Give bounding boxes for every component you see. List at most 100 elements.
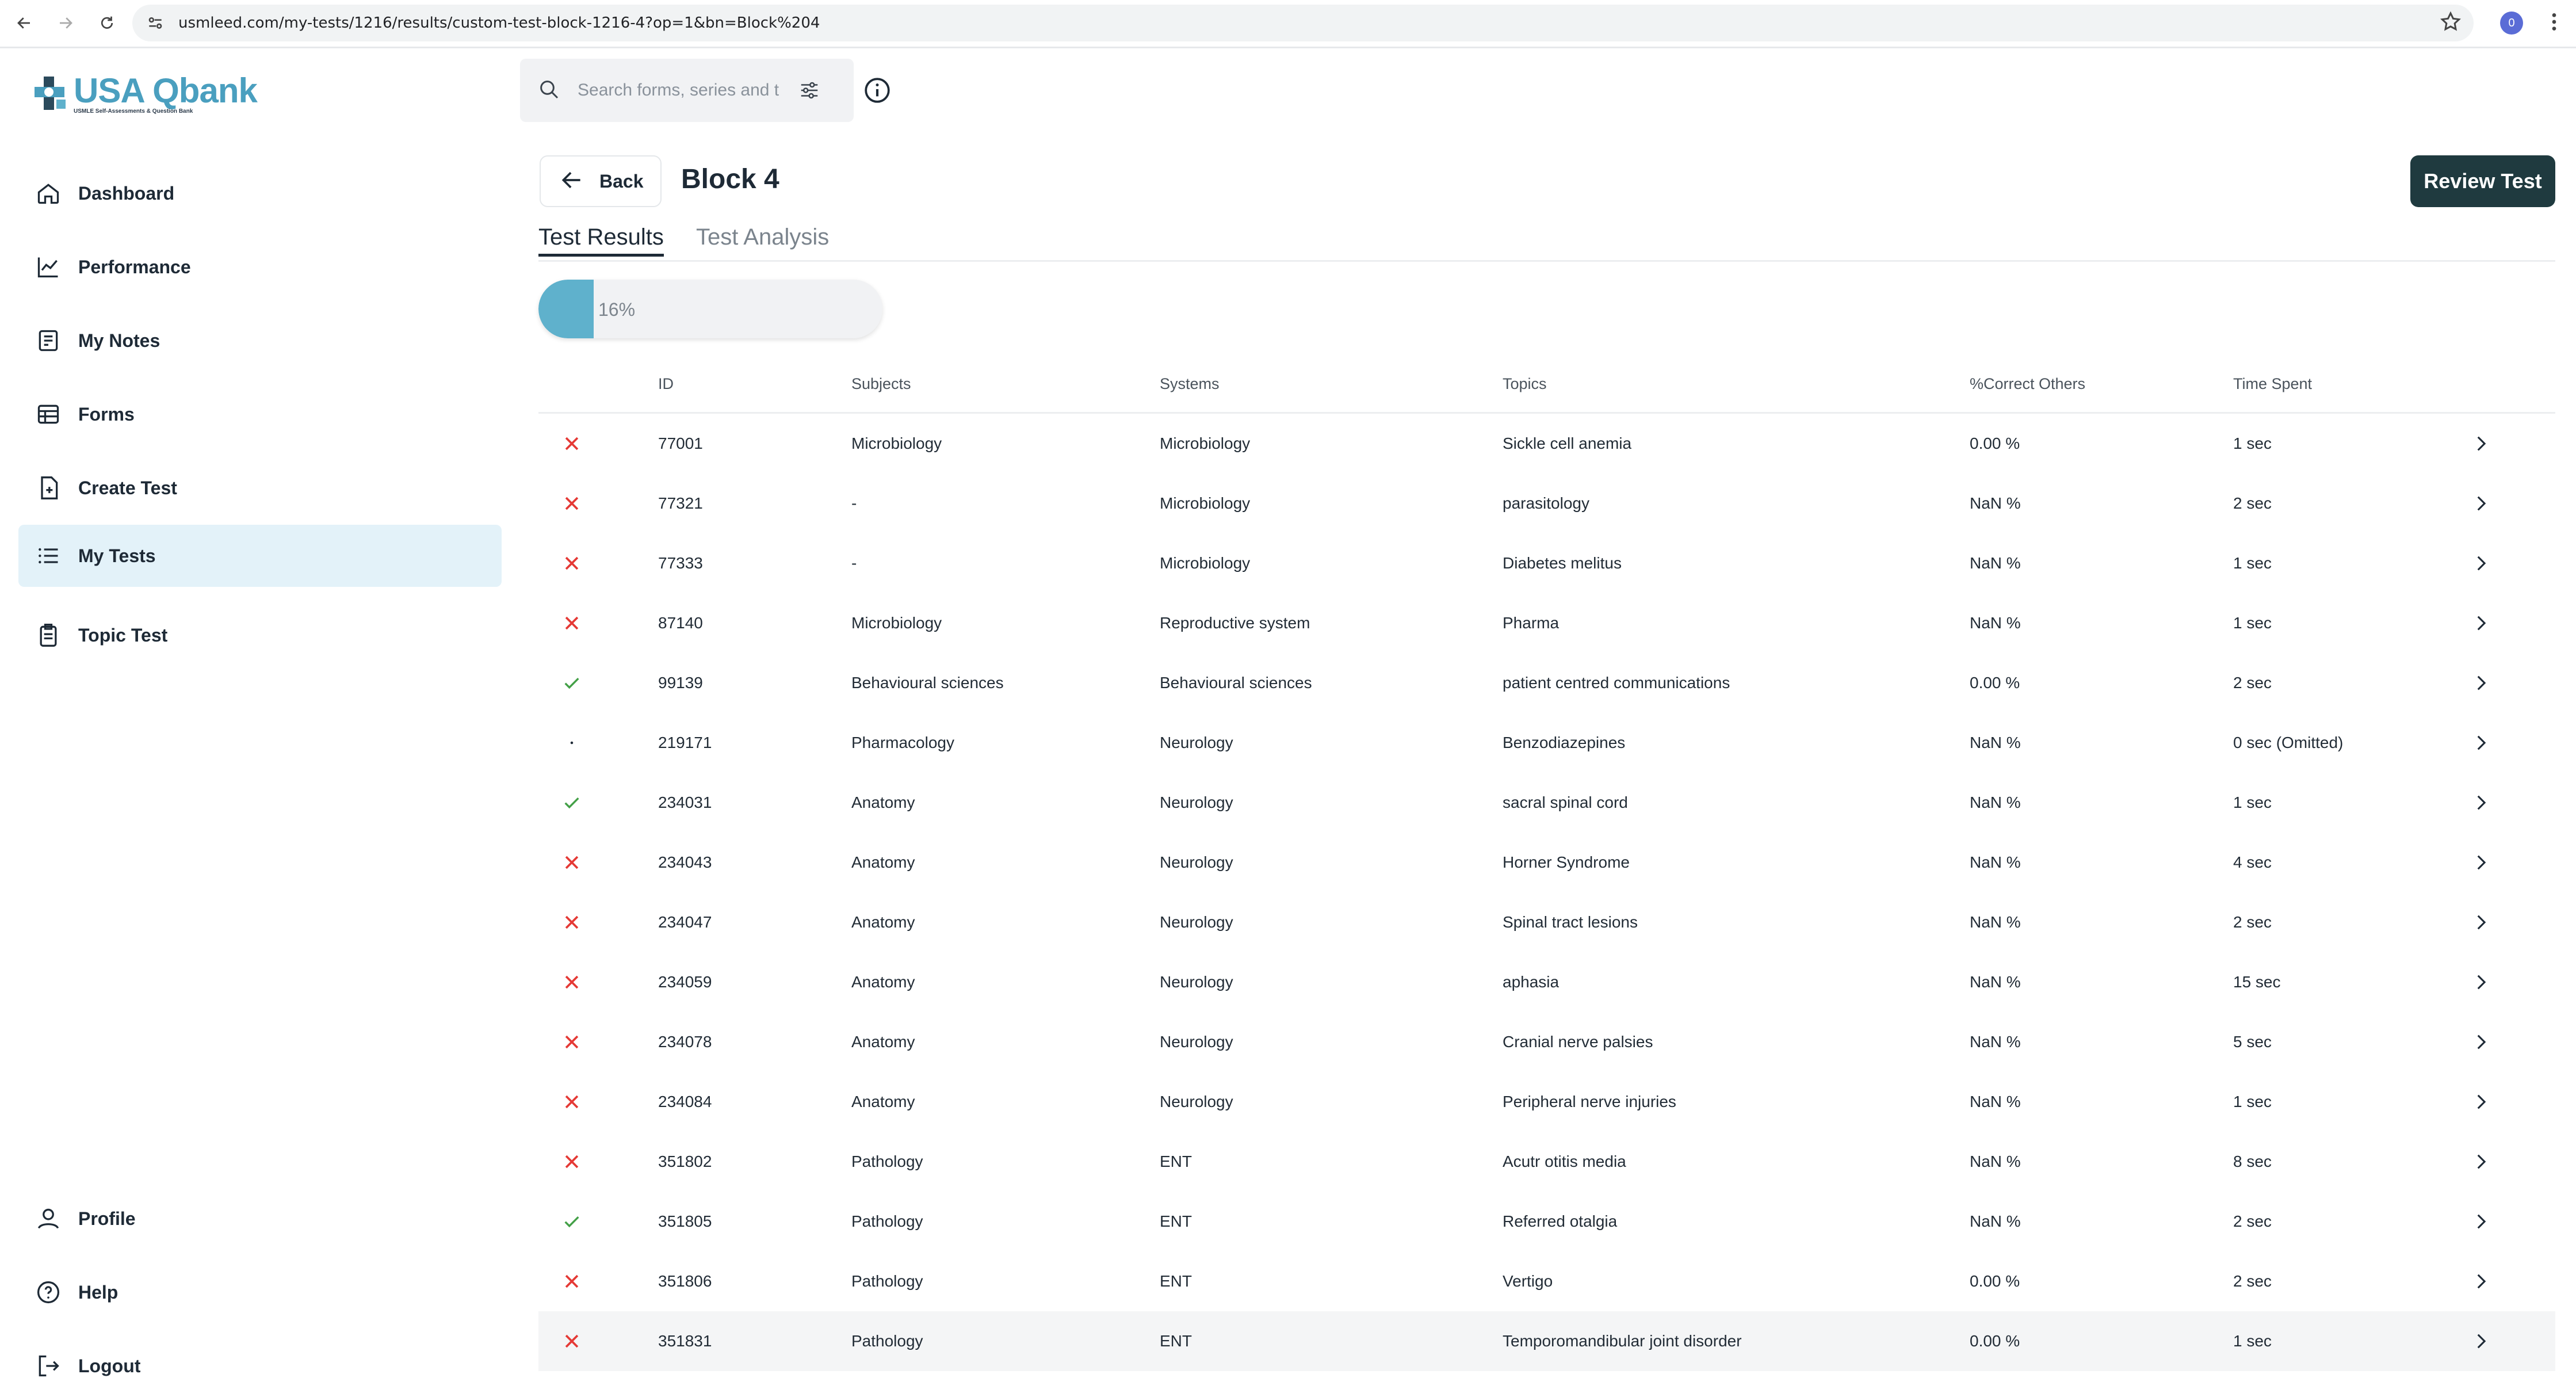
cell-topic: Peripheral nerve injuries	[1503, 1093, 1676, 1110]
filter-icon[interactable]	[798, 79, 820, 104]
chevron-right-icon[interactable]	[2468, 790, 2493, 815]
table-row[interactable]: 234078 Anatomy Neurology Cranial nerve pals…	[538, 1012, 2555, 1072]
table-row[interactable]: 234084 Anatomy Neurology Peripheral nerve i…	[538, 1072, 2555, 1132]
incorrect-x-icon	[559, 491, 584, 516]
site-settings-icon[interactable]	[146, 14, 165, 36]
sidebar-item-dashboard[interactable]: Dashboard	[18, 162, 502, 224]
table-row[interactable]: 234043 Anatomy Neurology Horner Syndrome NaN…	[538, 833, 2555, 892]
table-row[interactable]: 77333 - Microbiology Diabetes melitus NaN % 1…	[538, 533, 2555, 593]
cell-system: Behavioural sciences	[1160, 674, 1312, 692]
cell-system: ENT	[1160, 1152, 1192, 1170]
table-row[interactable]: 234031 Anatomy Neurology sacral spinal cord…	[538, 773, 2555, 833]
cell-time-spent: 2 sec	[2233, 1272, 2272, 1290]
help-icon	[35, 1278, 62, 1306]
sidebar-item-label: Topic Test	[78, 624, 168, 646]
column-header-id: ID	[658, 375, 674, 392]
back-button[interactable]: Back	[540, 155, 662, 207]
browser-back-icon[interactable]	[12, 10, 37, 36]
logout-icon	[35, 1352, 62, 1380]
chevron-right-icon[interactable]	[2468, 1149, 2493, 1174]
info-icon[interactable]	[863, 76, 892, 108]
results-table: ID Subjects Systems Topics %Correct Othe…	[538, 357, 2555, 1371]
cell-topic: Spinal tract lesions	[1503, 913, 1638, 931]
sidebar-item-label: My Tests	[78, 545, 156, 566]
chevron-right-icon[interactable]	[2468, 1029, 2493, 1055]
incorrect-x-icon	[559, 910, 584, 935]
table-row[interactable]: 77001 Microbiology Microbiology Sickle cell…	[538, 414, 2555, 474]
chevron-right-icon[interactable]	[2468, 551, 2493, 576]
table-row[interactable]: 351806 Pathology ENT Vertigo 0.00 % 2 sec	[538, 1251, 2555, 1311]
chevron-right-icon[interactable]	[2468, 730, 2493, 755]
chevron-right-icon[interactable]	[2468, 1329, 2493, 1354]
cell-id: 87140	[658, 614, 703, 632]
cell-time-spent: 1 sec	[2233, 1332, 2272, 1350]
chevron-right-icon[interactable]	[2468, 491, 2493, 516]
cell-system: Microbiology	[1160, 494, 1251, 512]
sidebar-item-create-test[interactable]: Create Test	[18, 457, 502, 519]
search-input[interactable]: Search forms, series and t	[520, 59, 854, 122]
chevron-right-icon[interactable]	[2468, 670, 2493, 696]
chevron-right-icon[interactable]	[2468, 969, 2493, 995]
cell-id: 234084	[658, 1093, 712, 1110]
cell-subject: Anatomy	[851, 793, 915, 811]
browser-forward-icon[interactable]	[53, 10, 78, 36]
tab-test-results[interactable]: Test Results	[538, 224, 664, 257]
cell-system: Neurology	[1160, 1033, 1233, 1051]
cell-id: 234031	[658, 793, 712, 811]
sidebar-item-label: Help	[78, 1281, 119, 1303]
table-row[interactable]: 99139 Behavioural sciences Behavioural sci…	[538, 653, 2555, 713]
chevron-right-icon[interactable]	[2468, 850, 2493, 875]
address-bar[interactable]: usmleed.com/my-tests/1216/results/custom…	[132, 5, 2474, 41]
omitted-dot-icon	[559, 730, 584, 755]
table-row[interactable]: 77321 - Microbiology parasitology NaN % 2 sec	[538, 474, 2555, 533]
sidebar-item-profile[interactable]: Profile	[18, 1188, 502, 1250]
chevron-right-icon[interactable]	[2468, 1269, 2493, 1294]
browser-toolbar: usmleed.com/my-tests/1216/results/custom…	[0, 0, 2576, 48]
cell-time-spent: 1 sec	[2233, 793, 2272, 811]
cell-system: Microbiology	[1160, 554, 1251, 572]
chevron-right-icon[interactable]	[2468, 1209, 2493, 1234]
cell-id: 234059	[658, 973, 712, 991]
chevron-right-icon[interactable]	[2468, 1089, 2493, 1114]
cell-time-spent: 8 sec	[2233, 1152, 2272, 1170]
sidebar-item-logout[interactable]: Logout	[18, 1335, 502, 1397]
cell-correct-others: 0.00 %	[1970, 434, 2020, 452]
cell-time-spent: 2 sec	[2233, 1212, 2272, 1230]
cell-topic: sacral spinal cord	[1503, 793, 1628, 811]
sidebar-item-topic-test[interactable]: Topic Test	[18, 604, 502, 666]
chevron-right-icon[interactable]	[2468, 610, 2493, 636]
logo[interactable]: USA Qbank USMLE Self-Assessments & Quest…	[33, 74, 258, 114]
table-row[interactable]: 234047 Anatomy Neurology Spinal tract lesio…	[538, 892, 2555, 952]
cell-system: Neurology	[1160, 853, 1233, 871]
correct-check-icon	[559, 1209, 584, 1234]
browser-profile-avatar[interactable]: 0	[2500, 12, 2523, 35]
cell-time-spent: 1 sec	[2233, 614, 2272, 632]
cell-id: 219171	[658, 734, 712, 751]
cell-id: 77333	[658, 554, 703, 572]
cell-correct-others: 0.00 %	[1970, 1332, 2020, 1350]
bookmark-star-icon[interactable]	[2439, 10, 2462, 36]
table-row[interactable]: 351805 Pathology ENT Referred otalgia NaN % 2…	[538, 1192, 2555, 1251]
table-row[interactable]: 234059 Anatomy Neurology aphasia NaN % 15 sec	[538, 952, 2555, 1012]
sidebar-item-my-tests[interactable]: My Tests	[18, 525, 502, 587]
browser-reload-icon[interactable]	[94, 10, 120, 36]
table-row[interactable]: 351802 Pathology ENT Acutr otitis media NaN …	[538, 1132, 2555, 1192]
table-row[interactable]: 219171 Pharmacology Neurology Benzodiazepin…	[538, 713, 2555, 773]
sidebar-item-performance[interactable]: Performance	[18, 236, 502, 298]
tab-test-analysis[interactable]: Test Analysis	[696, 224, 829, 250]
sidebar-item-label: Logout	[78, 1355, 141, 1376]
incorrect-x-icon	[559, 1269, 584, 1294]
chevron-right-icon[interactable]	[2468, 910, 2493, 935]
chart-icon	[35, 253, 62, 281]
sidebar-item-label: My Notes	[78, 330, 160, 351]
table-row[interactable]: 351831 Pathology ENT Temporomandibular join…	[538, 1311, 2555, 1371]
table-row[interactable]: 87140 Microbiology Reproductive system Phar…	[538, 593, 2555, 653]
chevron-right-icon[interactable]	[2468, 431, 2493, 456]
cell-topic: Horner Syndrome	[1503, 853, 1630, 871]
review-test-button[interactable]: Review Test	[2410, 155, 2555, 207]
sidebar-item-my-notes[interactable]: My Notes	[18, 310, 502, 372]
sidebar-item-help[interactable]: Help	[18, 1261, 502, 1323]
sidebar-item-forms[interactable]: Forms	[18, 383, 502, 445]
browser-menu-icon[interactable]	[2543, 10, 2566, 36]
cell-correct-others: NaN %	[1970, 973, 2021, 991]
